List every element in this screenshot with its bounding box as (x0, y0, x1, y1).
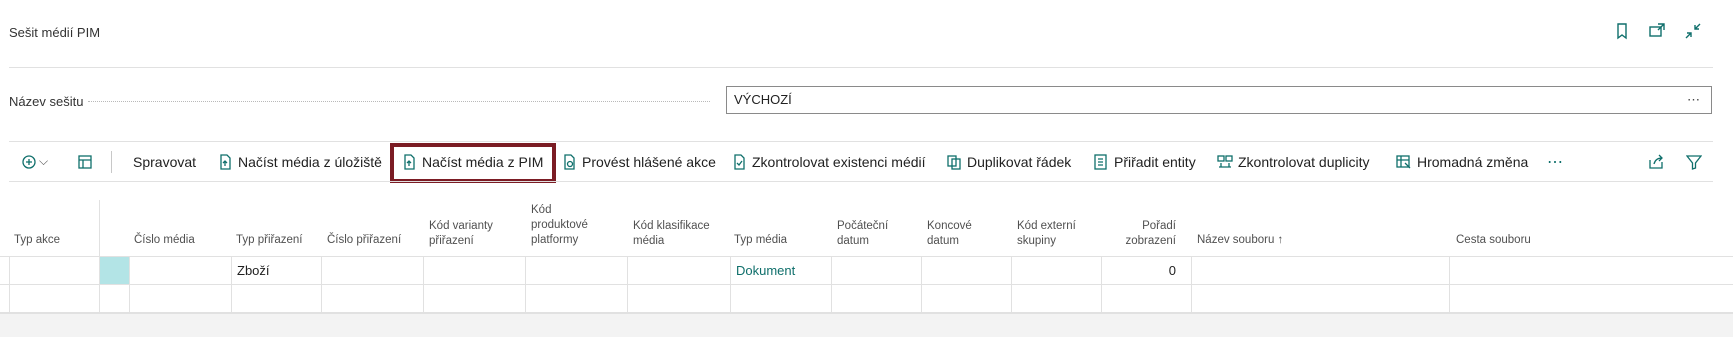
page-footer (0, 313, 1733, 337)
assign-entities-label: Přiřadit entity (1114, 153, 1196, 170)
duplicates-icon (1217, 154, 1233, 168)
collapse-icon[interactable] (1684, 22, 1704, 42)
batch-name-value: VÝCHOZÍ (734, 92, 792, 107)
assign-entities-button[interactable]: Přiřadit entity (1093, 142, 1196, 181)
open-new-window-icon[interactable] (1648, 22, 1668, 42)
col-assign-no[interactable]: Číslo přiřazení (327, 233, 401, 248)
grid-line (1101, 256, 1102, 312)
chevron-down-icon: ⌵ (39, 154, 49, 168)
filter-icon[interactable] (1686, 142, 1707, 181)
document-upload-icon (220, 153, 231, 170)
bulk-change-button[interactable]: Hromadná změna (1396, 142, 1528, 181)
load-from-storage-label: Načíst média z úložiště (238, 153, 382, 170)
col-action-type[interactable]: Typ akce (14, 233, 60, 248)
grid-line (321, 256, 322, 312)
col-assign-type[interactable]: Typ přiřazení (236, 233, 302, 248)
assign-type-cell[interactable]: Zboží (237, 263, 270, 278)
col-filepath[interactable]: Cesta souboru (1456, 233, 1531, 248)
grid-line (627, 256, 628, 312)
batch-name-lookup-button[interactable]: ⋯ (1687, 87, 1701, 113)
check-duplicates-label: Zkontrolovat duplicity (1238, 153, 1370, 170)
layout-icon[interactable] (77, 142, 98, 181)
grid-line (423, 256, 424, 312)
share-icon[interactable] (1648, 142, 1669, 181)
grid-line (0, 284, 1733, 285)
manage-button[interactable]: Spravovat (133, 142, 196, 181)
process-actions-label: Provést hlášené akce (582, 153, 716, 170)
copy-icon (947, 154, 961, 170)
more-actions-button[interactable]: ⋯ (1547, 142, 1564, 181)
col-media-type[interactable]: Typ média (734, 233, 787, 248)
grid-line (1449, 256, 1450, 312)
list-assign-icon (1094, 153, 1107, 170)
grid-line (1011, 256, 1012, 312)
grid-line (921, 256, 922, 312)
header-divider (9, 67, 1713, 68)
duplicate-line-button[interactable]: Duplikovat řádek (946, 142, 1071, 181)
col-end-date[interactable]: Koncové datum (927, 219, 987, 249)
action-menu-icon[interactable]: ⌵ (21, 142, 48, 181)
grid-line (129, 256, 130, 312)
document-check-icon (734, 153, 745, 170)
order-cell[interactable]: 0 (1106, 263, 1176, 278)
grid-line (9, 256, 10, 312)
label-leader-dots (88, 101, 710, 102)
grid-line (0, 256, 1733, 257)
duplicate-line-label: Duplikovat řádek (967, 153, 1072, 170)
check-existence-label: Zkontrolovat existenci médií (752, 153, 926, 170)
check-duplicates-button[interactable]: Zkontrolovat duplicity (1217, 142, 1370, 181)
grid-line (99, 200, 100, 312)
toolbar-bottom-border (9, 181, 1713, 182)
col-media-no[interactable]: Číslo média (134, 233, 195, 248)
batch-name-label: Název sešitu (9, 94, 84, 109)
process-actions-button[interactable]: Provést hlášené akce (561, 142, 716, 181)
col-start-date[interactable]: Počáteční datum (837, 219, 897, 249)
row-selector-cell[interactable] (100, 257, 129, 284)
col-order[interactable]: Pořadí zobrazení (1106, 219, 1176, 249)
batch-name-field[interactable]: VÝCHOZÍ ⋯ (726, 86, 1712, 114)
col-filename[interactable]: Název souboru ↑ (1197, 233, 1283, 248)
grid-line (1191, 256, 1192, 312)
grid-line (525, 256, 526, 312)
col-platform-code[interactable]: Kód produktové platformy (531, 203, 611, 248)
media-type-cell[interactable]: Dokument (736, 263, 795, 278)
grid-line (730, 256, 731, 312)
bookmark-icon[interactable] (1613, 22, 1633, 42)
col-variant-code[interactable]: Kód varianty přiřazení (429, 219, 509, 249)
highlight-box (390, 143, 556, 183)
col-class-code[interactable]: Kód klasifikace média (633, 219, 717, 249)
page-title: Sešit médií PIM (9, 25, 101, 40)
grid-line (831, 256, 832, 312)
document-process-icon (564, 153, 575, 170)
bulk-change-label: Hromadná změna (1417, 153, 1529, 170)
col-ext-group[interactable]: Kód externí skupiny (1017, 219, 1087, 249)
grid-line (231, 256, 232, 312)
load-from-storage-button[interactable]: Načíst média z úložiště (217, 142, 382, 181)
check-existence-button[interactable]: Zkontrolovat existenci médií (731, 142, 926, 181)
toolbar-divider (111, 151, 112, 173)
table-edit-icon (1396, 154, 1411, 168)
